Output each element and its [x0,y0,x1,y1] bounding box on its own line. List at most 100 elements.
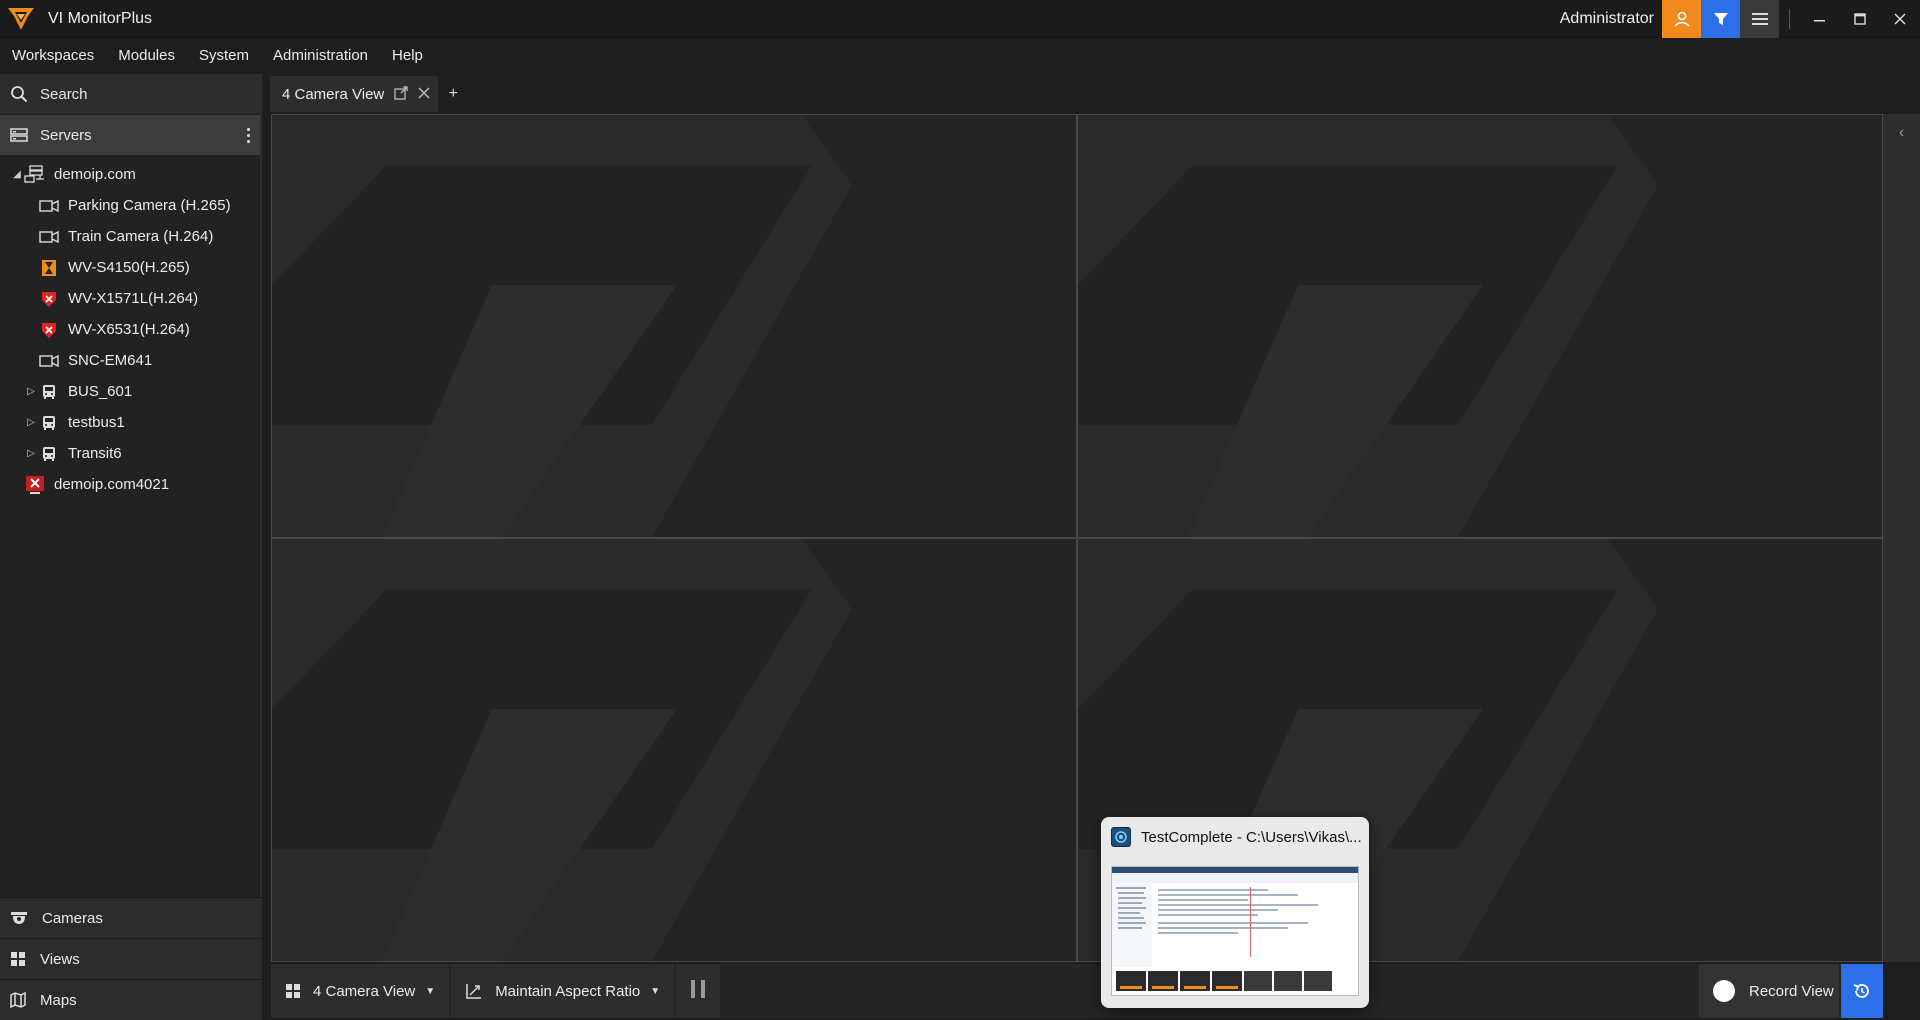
aspect-ratio-dropdown[interactable]: Maintain Aspect Ratio ▼ [451,964,675,1018]
server-error-icon [24,475,46,495]
video-tile[interactable] [272,115,1076,537]
servers-header[interactable]: Servers [0,115,260,155]
tree-item-label: demoip.com4021 [54,476,170,493]
thumbnail-header: TestComplete - C:\Users\Vikas\... [1101,817,1369,857]
bottom-nav: Cameras Views Maps [0,897,262,1020]
tree-item-server[interactable]: ◢ demoip.com [0,159,260,190]
camera-icon [38,196,60,216]
pause-button[interactable] [676,964,721,1018]
grid-icon [11,952,25,966]
camera-icon [38,351,60,371]
layout-dropdown[interactable]: 4 Camera View ▼ [271,964,450,1018]
menu-system[interactable]: System [187,38,261,74]
maximize-button[interactable] [1840,0,1880,38]
record-label: Record View [1749,982,1834,1000]
placeholder-logo-icon [272,539,852,961]
tree-item-label: Parking Camera (H.265) [68,197,231,214]
aspect-label: Maintain Aspect Ratio [495,982,641,1000]
pause-icon [688,980,708,1002]
camera-icon [38,227,60,247]
tab-strip: 4 Camera View + [270,76,1920,112]
nav-maps[interactable]: Maps [0,979,262,1020]
tree-item-camera[interactable]: WV-S4150(H.265) [0,252,260,283]
close-button[interactable] [1880,0,1920,38]
separator [1789,8,1790,29]
grid-icon [286,984,300,998]
user-name[interactable]: Administrator [1560,10,1654,28]
tab-label: 4 Camera View [282,85,385,103]
tree-item-label: demoip.com [54,166,136,183]
sidebar: Search Servers ◢ demoip.com Parking Came… [0,74,262,1020]
menu-button[interactable] [1740,0,1779,38]
tree-item-label: BUS_601 [68,383,133,400]
collapsed-arrow-icon[interactable]: ▷ [24,448,38,459]
map-icon [10,992,26,1008]
placeholder-logo-icon [1078,115,1658,537]
app-title: VI MonitorPlus [48,9,153,27]
servers-label: Servers [40,126,92,144]
add-tab-button[interactable]: + [438,76,469,112]
servers-icon [10,128,28,142]
menu-administration[interactable]: Administration [261,38,380,74]
camera-error-icon [38,289,60,309]
thumbnail-title: TestComplete - C:\Users\Vikas\... [1141,828,1361,846]
testcomplete-app-icon [1111,827,1131,847]
tree-item-label: Train Camera (H.264) [68,228,214,245]
tab-4-camera-view[interactable]: 4 Camera View [270,76,439,112]
video-tile[interactable] [272,539,1076,961]
title-bar: VI MonitorPlus Administrator [0,0,1920,38]
close-icon [1894,12,1906,25]
server-tree: ◢ demoip.com Parking Camera (H.265) Trai… [0,155,260,500]
collapsed-arrow-icon[interactable]: ▷ [24,386,38,397]
menu-workspaces[interactable]: Workspaces [0,38,106,74]
right-panel-toggle[interactable]: ‹ [1883,114,1920,962]
menu-bar: Workspaces Modules System Administration… [0,38,1920,74]
filter-button[interactable] [1701,0,1740,38]
tree-item-camera[interactable]: WV-X1571L(H.264) [0,283,260,314]
tree-item-camera[interactable]: Parking Camera (H.265) [0,190,260,221]
nav-cameras[interactable]: Cameras [0,897,262,938]
tree-item-camera[interactable]: Train Camera (H.264) [0,221,260,252]
search-button[interactable]: Search [0,74,260,114]
camera-grid [271,114,1883,962]
bus-icon [38,382,60,402]
tab-close-icon[interactable] [418,86,430,102]
tree-item-label: WV-X1571L(H.264) [68,290,199,307]
plus-icon: + [448,85,458,102]
camera-error-icon [38,320,60,340]
server-icon [24,164,46,185]
hamburger-icon [1751,12,1768,25]
minimize-button[interactable] [1800,0,1840,38]
popout-icon[interactable] [394,85,408,103]
nav-views[interactable]: Views [0,938,262,979]
expanded-arrow-icon[interactable]: ◢ [10,169,24,180]
collapsed-arrow-icon[interactable]: ▷ [24,417,38,428]
playback-history-button[interactable] [1841,964,1883,1018]
more-options-icon[interactable] [247,127,250,143]
tree-item-bus[interactable]: ▷ BUS_601 [0,376,260,407]
tree-item-camera[interactable]: SNC-EM641 [0,345,260,376]
aspect-ratio-icon [466,984,482,999]
minimize-icon [1814,19,1825,21]
record-icon [1713,980,1735,1002]
caret-down-icon: ▼ [425,985,436,997]
tree-item-label: Transit6 [68,445,122,462]
chevron-left-icon: ‹ [1898,124,1905,141]
menu-help[interactable]: Help [380,38,435,74]
view-toolbar: 4 Camera View ▼ Maintain Aspect Ratio ▼ … [271,964,1883,1018]
tree-item-label: testbus1 [68,414,125,431]
video-tile[interactable] [1078,115,1882,537]
search-label: Search [40,85,88,103]
tree-item-camera[interactable]: WV-X6531(H.264) [0,314,260,345]
app-logo-icon [8,7,34,30]
tree-item-server[interactable]: demoip.com4021 [0,469,260,500]
tree-item-bus[interactable]: ▷ Transit6 [0,438,260,469]
record-view-button[interactable]: Record View [1699,964,1839,1018]
placeholder-logo-icon [272,115,852,537]
user-button[interactable] [1662,0,1701,38]
taskbar-thumbnail-preview[interactable]: TestComplete - C:\Users\Vikas\... [1101,817,1369,1008]
tree-item-bus[interactable]: ▷ testbus1 [0,407,260,438]
search-icon [11,86,28,103]
bus-icon [38,444,60,464]
menu-modules[interactable]: Modules [106,38,187,74]
